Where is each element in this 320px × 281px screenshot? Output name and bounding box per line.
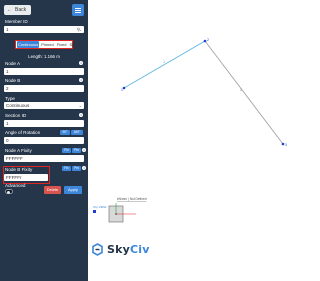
rotation-180-button[interactable]: 180° — [71, 130, 83, 135]
support-spring[interactable]: Spring — [69, 41, 83, 48]
type-select[interactable]: Continuous ⌄ — [4, 102, 84, 109]
support-fixed[interactable]: Fixed — [56, 41, 68, 48]
fixity-a-fix-button[interactable]: Fix — [62, 148, 71, 153]
advanced-toggle[interactable] — [5, 189, 13, 194]
node-a-label: Node A — [5, 61, 21, 66]
member-length: Length: 1.166 m — [28, 54, 60, 59]
info-icon: i — [82, 148, 86, 152]
axis-origin — [115, 213, 117, 215]
node-b-input[interactable]: 2 — [4, 85, 84, 92]
info-icon: i — [82, 166, 86, 170]
node-b-label: Node B — [5, 78, 21, 83]
support-pinned[interactable]: Pinned — [40, 41, 54, 48]
member-id-label: Member ID — [5, 19, 28, 24]
chevron-down-icon: ⌄ — [78, 27, 82, 32]
member-1-line[interactable] — [123, 40, 206, 89]
advanced-label: Advanced — [5, 183, 26, 188]
skyciv-logo-text: SkyCiv — [107, 243, 150, 256]
node-2-label: 2 — [207, 38, 209, 42]
rotation-input[interactable]: 0 — [4, 137, 84, 144]
info-icon: i — [79, 61, 83, 65]
skyciv-logo: SkyCiv — [91, 243, 150, 256]
chevron-down-icon: ⌄ — [78, 103, 82, 108]
list-button[interactable] — [72, 4, 84, 16]
node-a-fixity-label: Node A Fixity — [5, 148, 32, 153]
support-type-selector: Continuous Pinned Fixed Spring — [15, 40, 81, 49]
info-icon: i — [79, 113, 83, 117]
fixity-a-pin-button[interactable]: Pin — [72, 148, 81, 153]
back-label: Back — [15, 7, 27, 13]
rotation-90-button[interactable]: 90° — [60, 130, 70, 135]
node-b-fixity-input[interactable]: FFFFFr — [4, 174, 48, 181]
node-3[interactable] — [281, 142, 285, 146]
fixity-b-pin-button[interactable]: Pin — [72, 166, 81, 171]
model-canvas[interactable]: 1 2 1 2 3 kN/mm | Not Defined Top VIEW — [88, 0, 300, 281]
view-label: Top VIEW — [93, 205, 107, 209]
node-1[interactable] — [122, 86, 126, 90]
back-button[interactable]: ← Back — [4, 5, 31, 15]
node-1-label: 1 — [121, 88, 123, 92]
rotation-label: Angle of Rotation — [5, 130, 41, 135]
arrow-left-icon: ← — [7, 7, 12, 13]
fixity-b-fix-button[interactable]: Fix — [62, 166, 71, 171]
node-2[interactable] — [203, 39, 207, 43]
support-continuous[interactable]: Continuous — [17, 41, 40, 48]
delete-button[interactable]: Delete — [44, 186, 61, 194]
list-icon — [75, 7, 81, 9]
axis-indicator-icon — [93, 210, 96, 213]
member-panel: ← Back Member ID 1 ⚲ ⌄ Continuous Pinned… — [0, 0, 88, 281]
member-id-input[interactable]: 1 ⚲ ⌄ — [4, 26, 84, 33]
unit-settings-link[interactable]: kN/mm | Not Defined — [117, 197, 147, 201]
apply-button[interactable]: Apply — [64, 186, 82, 194]
node-3-label: 3 — [285, 143, 287, 147]
skyciv-logo-icon — [92, 243, 103, 256]
node-a-fixity-input[interactable]: FFFFFF — [4, 155, 84, 162]
node-a-input[interactable]: 1 — [4, 68, 84, 75]
member-2-line[interactable] — [204, 40, 284, 145]
type-label: Type — [5, 96, 15, 101]
section-id-label: Section ID — [5, 113, 27, 118]
section-id-input[interactable]: 1 — [4, 120, 84, 127]
info-icon: i — [79, 78, 83, 82]
node-b-fixity-label: Node B Fixity — [5, 167, 33, 172]
member-1-label: 1 — [163, 59, 166, 64]
